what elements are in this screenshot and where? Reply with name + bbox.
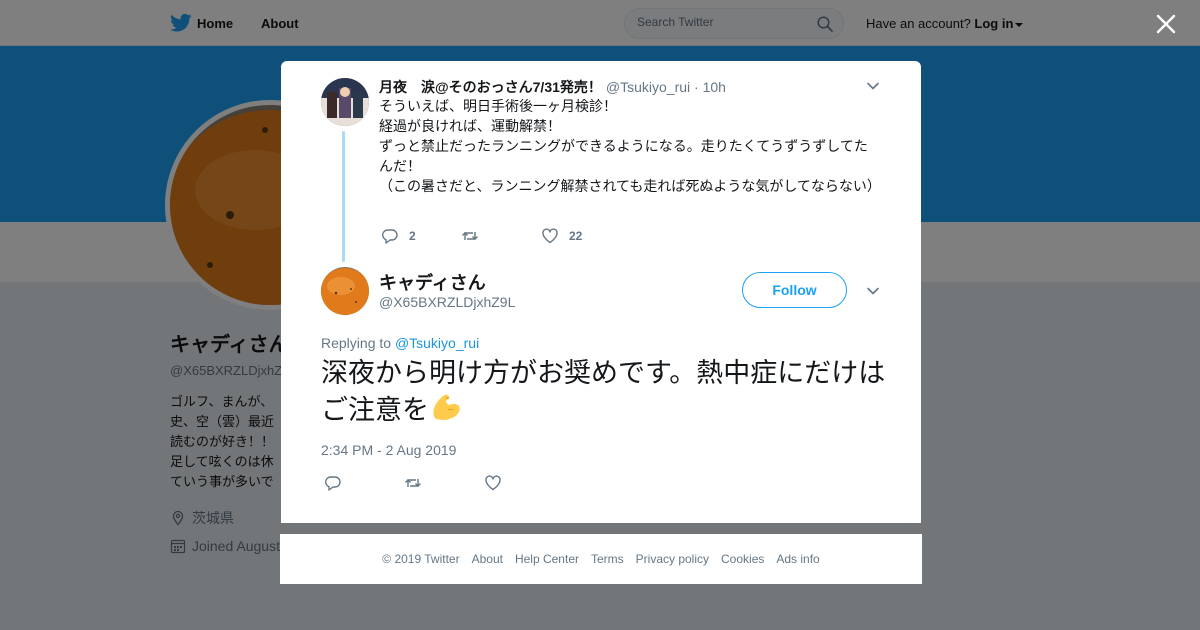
parent-tweet-actions: 2 22 xyxy=(381,227,582,245)
follow-button[interactable]: Follow xyxy=(742,272,847,308)
like-count: 22 xyxy=(569,229,583,243)
heart-icon[interactable] xyxy=(541,227,559,245)
like-action[interactable]: 22 xyxy=(541,227,582,245)
tweet-retweet-action[interactable] xyxy=(404,474,484,492)
reply-action[interactable]: 2 xyxy=(381,227,461,245)
footer-link-ads-info[interactable]: Ads info xyxy=(776,552,819,566)
retweet-action[interactable] xyxy=(461,227,541,245)
close-icon[interactable] xyxy=(1155,13,1177,35)
footer-copyright: © 2019 Twitter xyxy=(382,552,460,566)
chevron-down-icon[interactable] xyxy=(866,79,880,93)
retweet-icon[interactable] xyxy=(461,227,479,245)
flexed-biceps-icon xyxy=(433,394,460,420)
tweet-text-body: 深夜から明け方がお奨めです。熱中症にだけはご注意を xyxy=(321,358,886,426)
replying-to-label: Replying to xyxy=(321,335,392,351)
tweet-text: 深夜から明け方がお奨めです。熱中症にだけはご注意を xyxy=(321,357,886,428)
tweet-reply-action[interactable] xyxy=(324,474,404,492)
footer-link-about[interactable]: About xyxy=(472,552,503,566)
parent-tweet-avatar[interactable] xyxy=(321,78,369,126)
tweet-modal: 月夜 涙@そのおっさん7/31発売！ @Tsukiyo_rui · 10h そうい… xyxy=(281,61,921,523)
modal-footer: © 2019 Twitter About Help Center Terms P… xyxy=(280,534,922,584)
footer-link-terms[interactable]: Terms xyxy=(591,552,624,566)
heart-icon[interactable] xyxy=(484,474,502,492)
parent-tweet-author-handle[interactable]: @Tsukiyo_rui xyxy=(606,79,690,95)
retweet-icon[interactable] xyxy=(404,474,422,492)
footer-link-help-center[interactable]: Help Center xyxy=(515,552,579,566)
parent-tweet-author-name[interactable]: 月夜 涙@そのおっさん7/31発売！ xyxy=(379,79,602,95)
tweet-actions xyxy=(324,474,502,492)
replying-to: Replying to @Tsukiyo_rui xyxy=(321,335,479,351)
footer-link-privacy-policy[interactable]: Privacy policy xyxy=(636,552,709,566)
footer-link-cookies[interactable]: Cookies xyxy=(721,552,764,566)
tweet-author-handle[interactable]: @X65BXRZLDjxhZ9L xyxy=(379,294,515,310)
reply-icon[interactable] xyxy=(324,474,342,492)
parent-tweet-header: 月夜 涙@そのおっさん7/31発売！ @Tsukiyo_rui · 10h xyxy=(379,77,726,97)
tweet-like-action[interactable] xyxy=(484,474,502,492)
tweet-timestamp[interactable]: 2:34 PM - 2 Aug 2019 xyxy=(321,442,456,458)
tweet-author-name[interactable]: キャディさん xyxy=(379,269,486,295)
parent-tweet-text: そういえば、明日手術後一ヶ月検診！ 経過が良ければ、運動解禁！ ずっと禁止だった… xyxy=(379,98,881,194)
reply-count: 2 xyxy=(409,229,416,243)
tweet-menu-chevron-icon[interactable] xyxy=(866,284,880,298)
parent-tweet-time[interactable]: · 10h xyxy=(694,79,726,95)
reply-icon[interactable] xyxy=(381,227,399,245)
tweet-author-avatar[interactable] xyxy=(321,267,369,315)
replying-to-link[interactable]: @Tsukiyo_rui xyxy=(395,335,479,351)
thread-connector xyxy=(342,131,345,262)
